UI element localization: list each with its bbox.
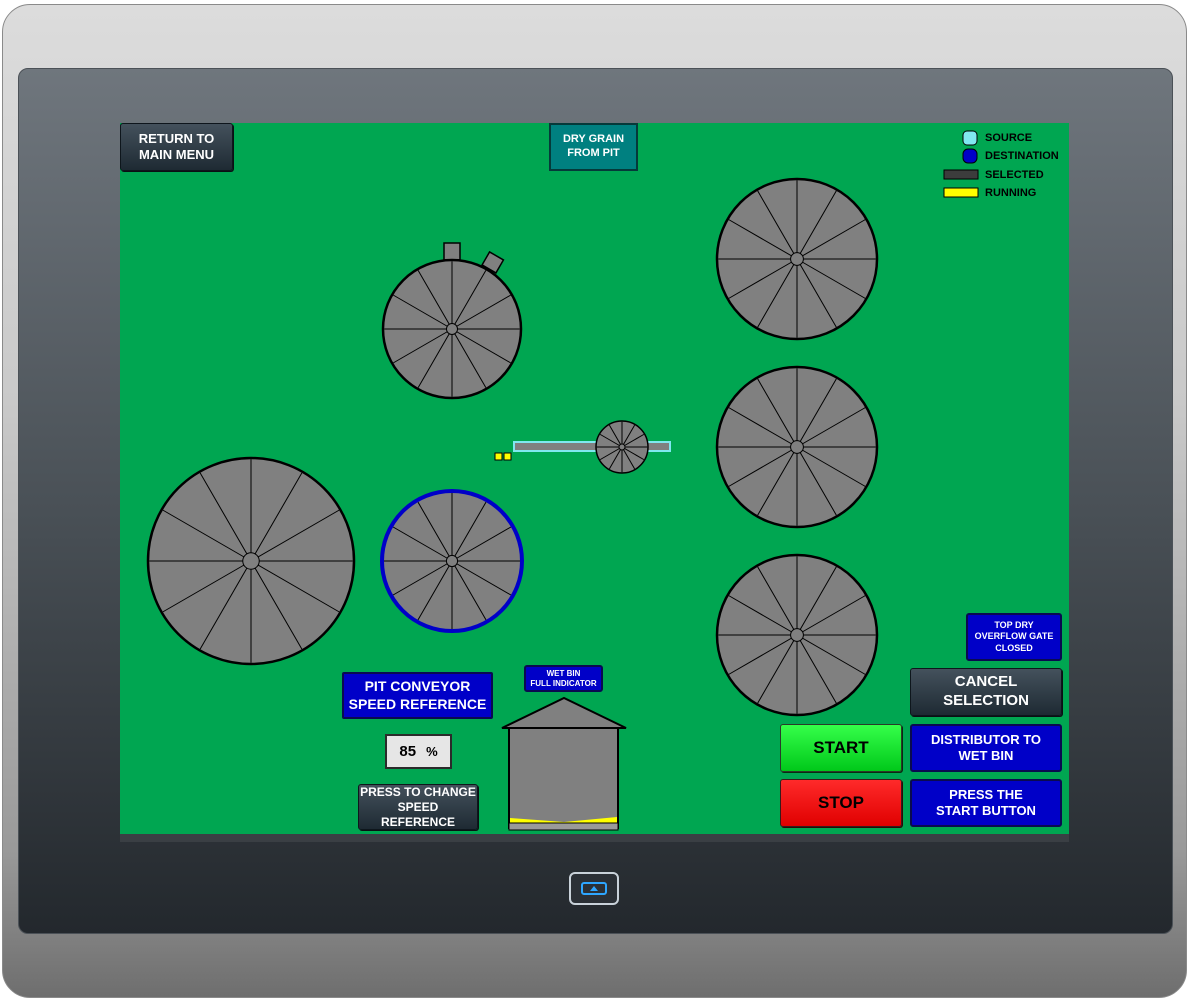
change-speed-reference-button[interactable]: PRESS TO CHANGE SPEED REFERENCE [358,784,478,830]
route-status: DISTRIBUTOR TO WET BIN [910,724,1062,772]
legend-selected-label: SELECTED [985,169,1044,181]
storage-bin-right-2[interactable] [715,365,879,529]
cancel-selection-button[interactable]: CANCEL SELECTION [910,668,1062,716]
legend-destination-label: DESTINATION [985,150,1059,162]
storage-bin-right-1[interactable] [715,177,879,341]
distributor[interactable] [513,420,671,474]
home-icon [581,882,607,895]
speed-value-box: 85 % [385,734,452,769]
legend-source-label: SOURCE [985,132,1033,144]
storage-bin-right-3[interactable] [715,553,879,717]
overflow-gate-status: TOP DRY OVERFLOW GATE CLOSED [966,613,1062,661]
speed-unit: % [426,744,438,759]
dryer-bin[interactable] [381,242,523,400]
legend-swatches [943,130,979,198]
storage-bin-large[interactable] [146,456,356,666]
destination-bin[interactable] [380,489,524,633]
speed-value: 85 [399,743,417,760]
wet-bin[interactable] [501,696,627,831]
start-button[interactable]: START [780,724,902,772]
pit-conveyor-speed-title: PIT CONVEYOR SPEED REFERENCE [342,672,493,719]
legend-running-label: RUNNING [985,187,1037,199]
return-to-main-menu-button[interactable]: RETURN TO MAIN MENU [120,123,233,171]
running-indicator [494,452,512,461]
home-key-button[interactable] [569,872,619,905]
stop-button[interactable]: STOP [780,779,902,827]
mode-label: DRY GRAIN FROM PIT [549,123,638,171]
wet-bin-full-indicator: WET BIN FULL INDICATOR [524,665,603,692]
operator-prompt: PRESS THE START BUTTON [910,779,1062,827]
